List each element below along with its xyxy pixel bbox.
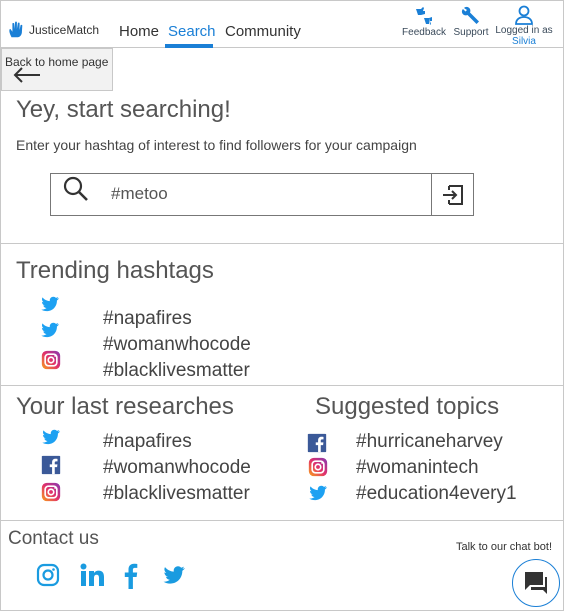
- instagram-icon: [41, 350, 61, 370]
- suggested-tag[interactable]: #hurricaneharvey: [356, 431, 503, 453]
- support-label: Support: [453, 27, 489, 38]
- instagram-icon[interactable]: [36, 563, 60, 587]
- back-to-home-button[interactable]: Back to home page: [1, 48, 113, 91]
- nav-search[interactable]: Search: [168, 23, 216, 40]
- user-icon: [515, 5, 533, 25]
- top-header: JusticeMatch Home Search Community Feedb…: [1, 1, 563, 48]
- chat-icon: [525, 572, 547, 594]
- suggested-tag[interactable]: #education4every1: [356, 483, 517, 505]
- facebook-icon: [307, 433, 327, 453]
- active-tab-indicator: [165, 44, 213, 48]
- facebook-icon[interactable]: [124, 563, 140, 589]
- trending-title: Trending hashtags: [16, 257, 214, 284]
- divider: [1, 243, 563, 244]
- trending-tag[interactable]: #blacklivesmatter: [103, 360, 250, 382]
- twitter-icon: [41, 322, 60, 338]
- contact-title: Contact us: [8, 528, 99, 549]
- feedback-button[interactable]: Feedback: [401, 5, 447, 38]
- search-input[interactable]: [111, 182, 421, 206]
- thumbs-icon: [416, 7, 432, 25]
- search-subtitle: Enter your hashtag of interest to find f…: [16, 137, 417, 153]
- logged-in-label: Logged in as: [495, 25, 553, 36]
- nav-community[interactable]: Community: [225, 23, 301, 40]
- search-bar: [50, 173, 474, 216]
- wrench-icon: [461, 6, 479, 24]
- linkedin-icon[interactable]: [80, 563, 106, 587]
- twitter-icon: [41, 296, 60, 312]
- last-research-tag[interactable]: #womanwhocode: [103, 457, 251, 479]
- divider: [1, 385, 563, 386]
- last-research-tag[interactable]: #blacklivesmatter: [103, 483, 250, 505]
- trending-tag[interactable]: #napafires: [103, 308, 192, 330]
- last-research-tag[interactable]: #napafires: [103, 431, 192, 453]
- hand-logo-icon: [9, 21, 23, 38]
- twitter-icon: [309, 485, 328, 501]
- facebook-icon: [41, 455, 61, 475]
- user-name[interactable]: Silvia: [491, 36, 557, 47]
- chat-hint: Talk to our chat bot!: [456, 541, 552, 553]
- logo[interactable]: JusticeMatch: [7, 21, 99, 39]
- logo-text: JusticeMatch: [29, 23, 100, 37]
- enter-icon: [442, 184, 463, 205]
- chat-bot-button[interactable]: [512, 559, 560, 607]
- search-icon: [63, 176, 88, 201]
- support-button[interactable]: Support: [450, 5, 492, 38]
- last-researches-title: Your last researches: [16, 393, 234, 420]
- suggested-tag[interactable]: #womanintech: [356, 457, 479, 479]
- twitter-icon: [42, 429, 61, 445]
- twitter-icon[interactable]: [160, 563, 188, 587]
- divider: [1, 520, 563, 521]
- instagram-icon: [308, 457, 328, 477]
- arrow-left-icon: [13, 67, 40, 83]
- trending-tag[interactable]: #womanwhocode: [103, 334, 251, 356]
- user-account[interactable]: Logged in as Silvia: [491, 5, 557, 47]
- nav-home[interactable]: Home: [119, 23, 159, 40]
- suggested-title: Suggested topics: [315, 393, 500, 420]
- instagram-icon: [41, 482, 61, 502]
- search-title: Yey, start searching!: [16, 96, 231, 123]
- feedback-label: Feedback: [402, 27, 446, 38]
- search-submit-button[interactable]: [431, 174, 473, 215]
